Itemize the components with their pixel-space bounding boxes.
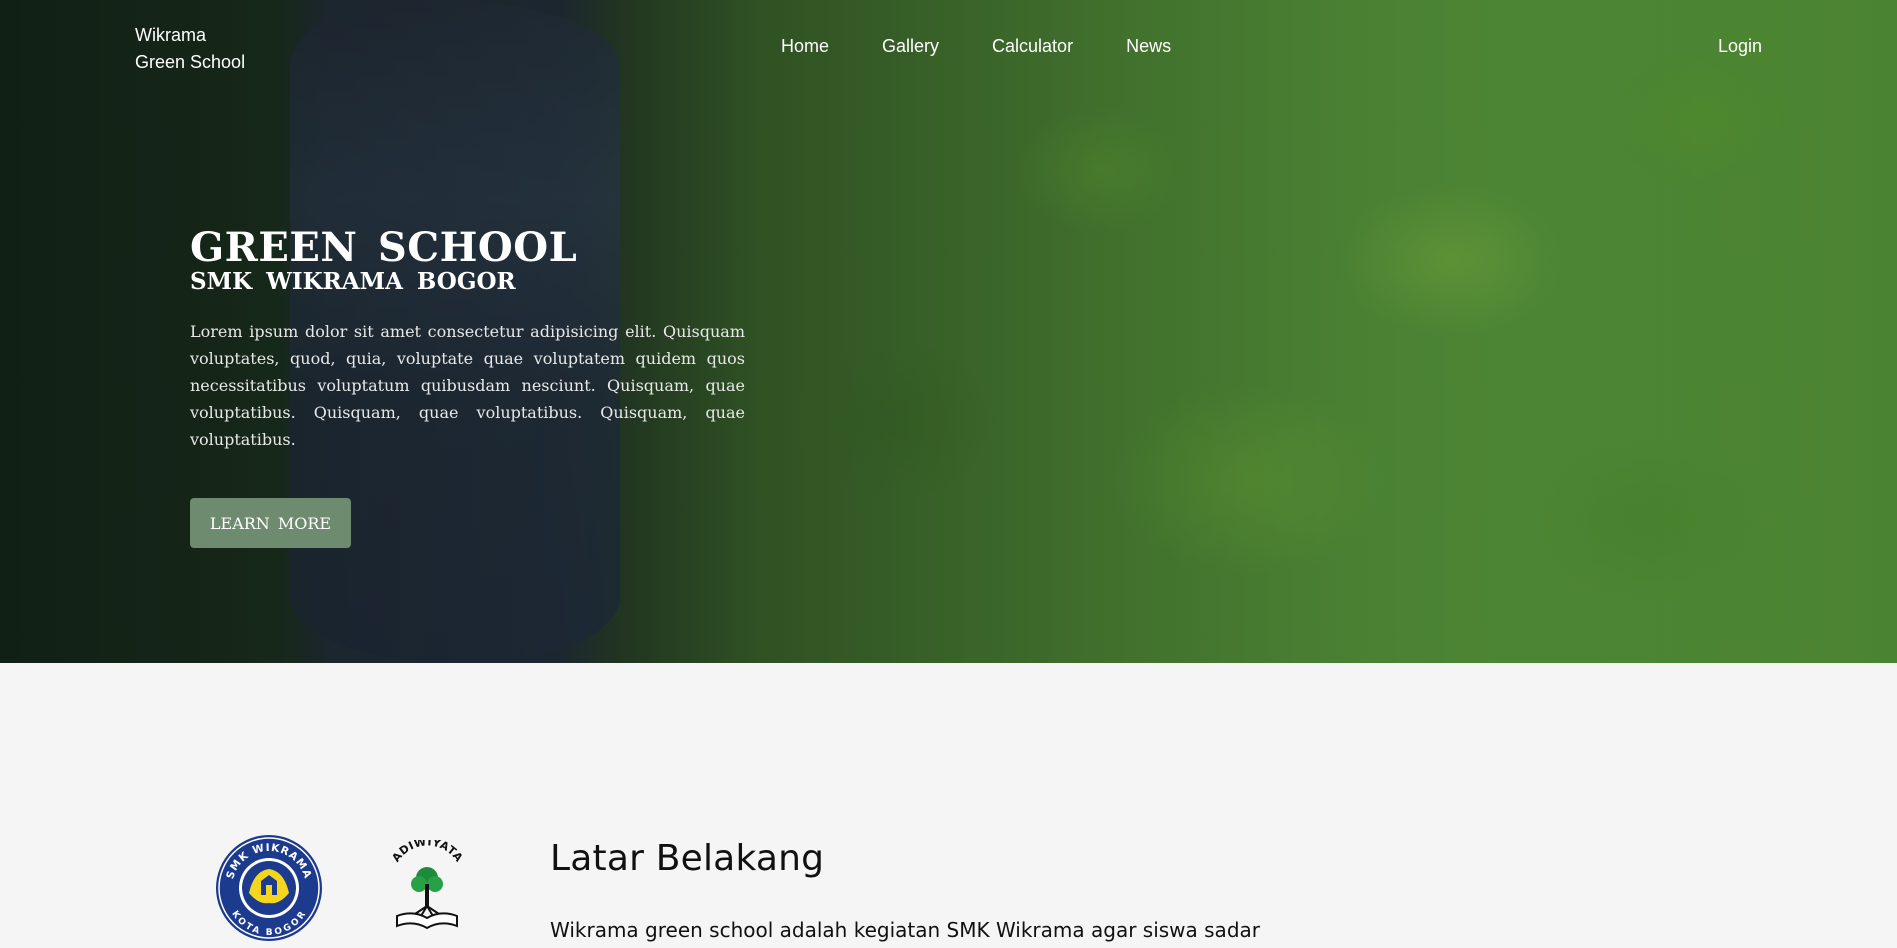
brand-line-1: Wikrama	[135, 25, 206, 45]
nav-item-calculator[interactable]: Calculator	[992, 36, 1073, 57]
main-nav: Home Gallery Calculator News	[781, 36, 1224, 57]
site-brand[interactable]: Wikrama Green School	[135, 22, 245, 76]
hero-description: Lorem ipsum dolor sit amet consectetur a…	[190, 322, 745, 449]
svg-text:ADIWIYATA: ADIWIYATA	[389, 840, 465, 864]
about-section-title: Latar Belakang	[550, 838, 825, 879]
learn-more-button[interactable]: LEARN MORE	[190, 498, 351, 548]
nav-item-news[interactable]: News	[1126, 36, 1171, 57]
brand-line-2: Green School	[135, 52, 246, 72]
nav-item-gallery[interactable]: Gallery	[882, 36, 939, 57]
smk-wikrama-logo: SMK WIKRAMA KOTA BOGOR	[216, 835, 322, 941]
about-section-text: Wikrama green school adalah kegiatan SMK…	[550, 918, 1260, 942]
hero-section: Wikrama Green School Home Gallery Calcul…	[0, 0, 1897, 663]
hero-subtitle: SMK WIKRAMA BOGOR	[190, 268, 516, 295]
login-link[interactable]: Login	[1718, 36, 1762, 57]
hero-title: GREEN SCHOOL	[190, 224, 578, 271]
adiwiyata-logo-text: ADIWIYATA	[389, 840, 465, 864]
nav-item-home[interactable]: Home	[781, 36, 829, 57]
adiwiyata-logo: ADIWIYATA	[389, 840, 465, 930]
